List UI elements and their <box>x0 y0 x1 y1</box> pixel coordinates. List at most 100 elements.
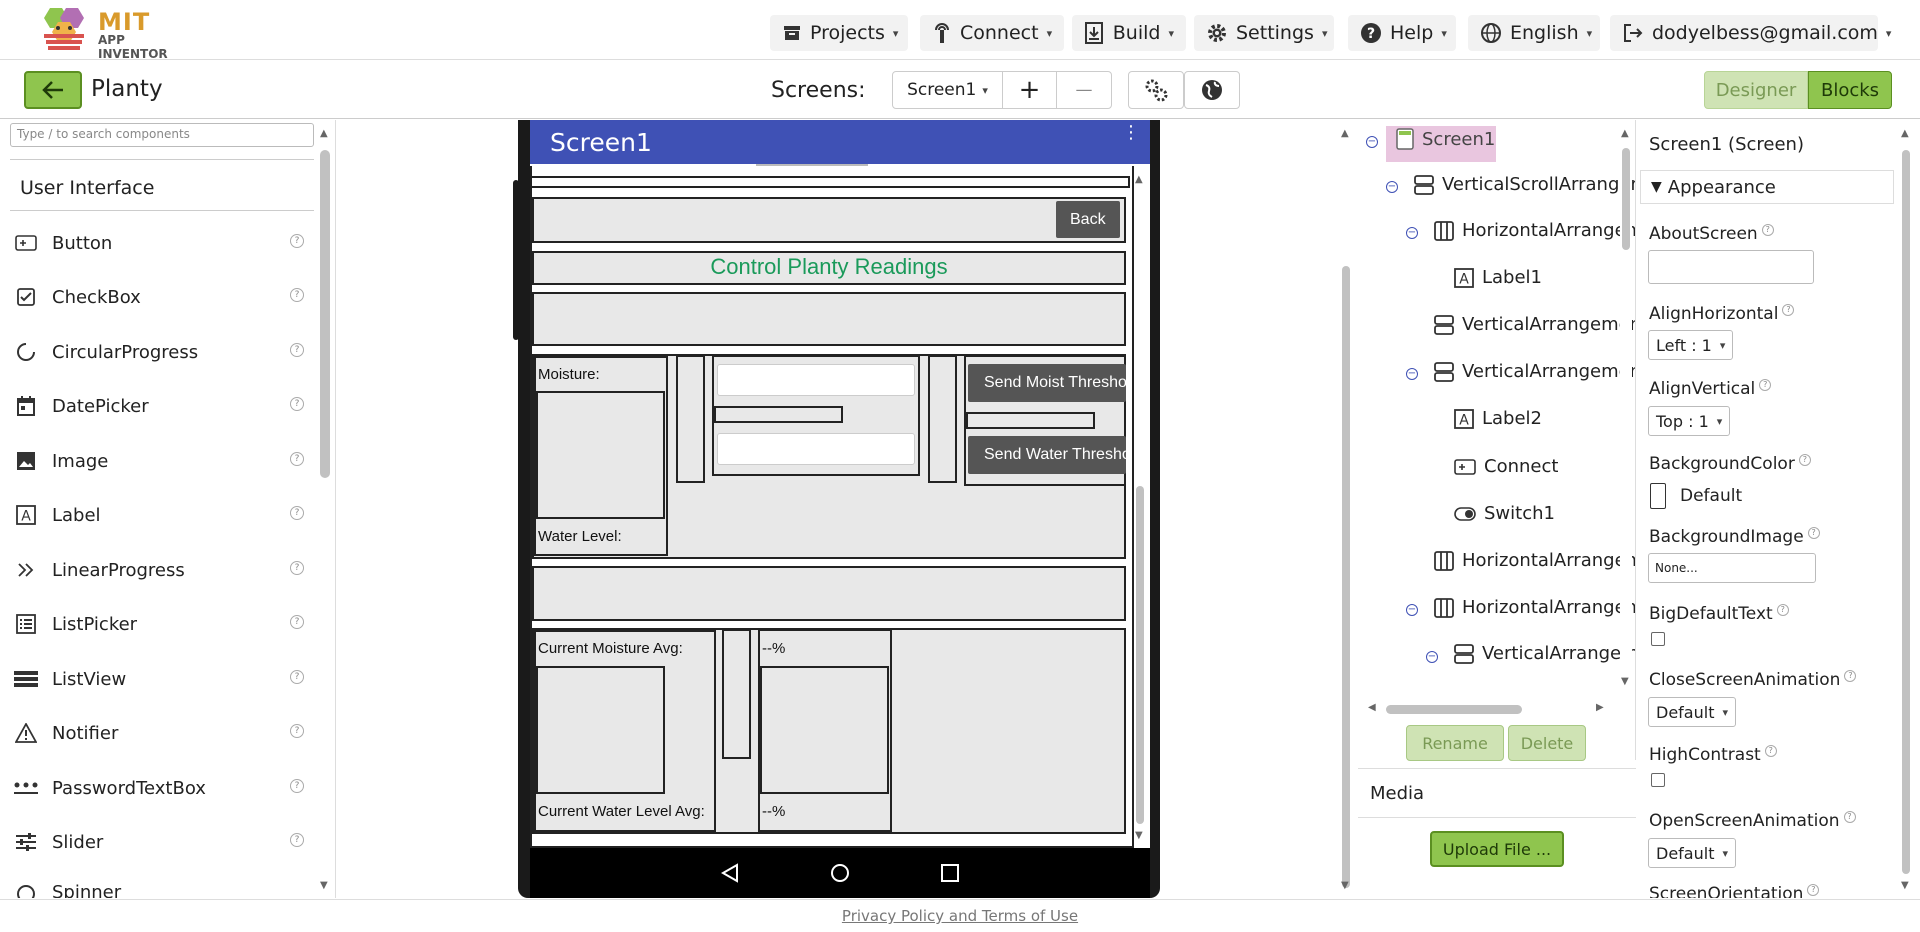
palette-item-notifier[interactable]: Notifier? <box>14 718 304 748</box>
scroll-left-icon[interactable]: ◀ <box>1368 702 1376 713</box>
web-preview-button[interactable] <box>1184 71 1240 109</box>
scroll-up-icon[interactable]: ▲ <box>1135 174 1143 185</box>
tree-node-verticalarrangement1[interactable]: VerticalArrangement1 <box>1434 314 1635 335</box>
remove-screen-button[interactable]: — <box>1057 72 1111 108</box>
scroll-down-icon[interactable]: ▼ <box>1621 676 1629 687</box>
build-menu[interactable]: Build ▾ <box>1072 15 1186 51</box>
scroll-up-icon[interactable]: ▲ <box>1341 128 1349 139</box>
help-icon[interactable]: ? <box>1776 604 1789 616</box>
horizontal-arrangement-back[interactable] <box>532 197 1126 243</box>
arrangement-top[interactable] <box>530 176 1130 188</box>
tree-node-horizontalarrangement3[interactable]: HorizontalArrangement3 <box>1434 597 1635 618</box>
scroll-down-icon[interactable]: ▼ <box>1135 830 1143 841</box>
palette-item-label[interactable]: A Label? <box>14 500 304 530</box>
palette-item-listview[interactable]: ListView? <box>14 664 304 694</box>
background-image-picker[interactable]: None... <box>1648 553 1816 583</box>
screen-title-bar[interactable]: Screen1 <box>530 120 1150 164</box>
water-slider[interactable] <box>966 412 1095 429</box>
tree-node-horizontalarrangement1[interactable]: HorizontalArrangement1 <box>1434 220 1635 241</box>
palette-item-listpicker[interactable]: ListPicker? <box>14 609 304 639</box>
palette-scrollbar[interactable]: ▲ ▼ <box>320 128 330 894</box>
help-icon[interactable]: ? <box>1807 884 1820 896</box>
spacer-column-2[interactable] <box>928 355 957 483</box>
connect-menu[interactable]: Connect ▾ <box>920 15 1064 51</box>
open-screen-animation-select[interactable]: Default ▾ <box>1648 838 1736 868</box>
moist-threshold-textbox[interactable] <box>717 364 915 396</box>
background-color-swatch[interactable] <box>1650 483 1666 509</box>
align-vertical-select[interactable]: Top : 1 ▾ <box>1648 406 1731 436</box>
collapse-icon[interactable]: − <box>1386 181 1398 193</box>
help-icon[interactable]: ? <box>290 561 304 575</box>
background-color-value[interactable]: Default <box>1680 486 1742 506</box>
collapse-icon[interactable]: − <box>1366 136 1378 148</box>
help-icon[interactable]: ? <box>290 670 304 684</box>
tree-scroll-thumb[interactable] <box>1622 148 1630 250</box>
nav-back-icon[interactable] <box>720 863 740 883</box>
align-horizontal-select[interactable]: Left : 1 ▾ <box>1648 330 1734 360</box>
tree-node-verticalarrangement2[interactable]: VerticalArrangement2 <box>1434 361 1635 382</box>
scroll-down-icon[interactable]: ▼ <box>1901 880 1909 891</box>
app-inventor-logo[interactable]: MIT APP INVENTOR <box>36 4 196 61</box>
moisture-image[interactable] <box>536 391 665 519</box>
palette-item-passwordtextbox[interactable]: PasswordTextBox? <box>14 773 304 803</box>
current-moisture-image[interactable] <box>536 666 665 794</box>
account-menu[interactable]: dodyelbess@gmail.com ▾ <box>1610 15 1891 51</box>
properties-scroll-thumb[interactable] <box>1902 150 1910 874</box>
palette-item-spinner[interactable]: Spinner <box>14 882 304 898</box>
nav-recents-icon[interactable] <box>940 863 960 883</box>
palette-item-checkbox[interactable]: CheckBox? <box>14 282 304 312</box>
about-screen-textarea[interactable] <box>1648 250 1814 284</box>
projects-menu[interactable]: Projects ▾ <box>770 15 908 51</box>
help-icon[interactable]: ? <box>1843 811 1856 823</box>
designer-button[interactable]: Designer <box>1704 71 1808 109</box>
collapse-icon[interactable]: − <box>1406 227 1418 239</box>
vertical-arrangement-spacer-2[interactable] <box>532 566 1126 621</box>
tree-node-horizontalarrangement2[interactable]: HorizontalArrangement2 <box>1434 550 1635 571</box>
scroll-up-icon[interactable]: ▲ <box>1621 128 1629 139</box>
vertical-arrangement-spacer[interactable] <box>532 292 1126 346</box>
tree-node-verticalarrangement3[interactable]: VerticalArrangement3 <box>1454 643 1635 664</box>
help-icon[interactable]: ? <box>1844 670 1857 682</box>
water-threshold-textbox[interactable] <box>717 433 915 465</box>
tree-node-verticalscrollarrangement1[interactable]: VerticalScrollArrangement1 <box>1414 174 1635 195</box>
screen-select[interactable]: Screen1 ▾ <box>893 72 1003 108</box>
high-contrast-checkbox[interactable] <box>1651 773 1665 787</box>
moist-slider[interactable] <box>714 406 843 423</box>
help-icon[interactable]: ? <box>1782 304 1795 316</box>
tree-node-label1[interactable]: A Label1 <box>1454 267 1542 288</box>
rename-button[interactable]: Rename <box>1406 725 1504 761</box>
help-icon[interactable]: ? <box>290 506 304 520</box>
back-to-projects-button[interactable] <box>24 71 82 109</box>
settings-menu[interactable]: Settings ▾ <box>1194 15 1334 51</box>
viewer-outer-scroll-thumb[interactable] <box>1342 266 1350 888</box>
collapse-icon[interactable]: − <box>1426 651 1438 663</box>
tree-scrollbar[interactable]: ▲ ▼ <box>1620 128 1632 690</box>
add-screen-button[interactable]: + <box>1003 72 1057 108</box>
palette-item-datepicker[interactable]: DatePicker? <box>14 391 304 421</box>
palette-item-image[interactable]: Image? <box>14 446 304 476</box>
help-icon[interactable]: ? <box>1764 745 1777 757</box>
big-default-text-checkbox[interactable] <box>1651 632 1665 646</box>
viewer-outer-scrollbar[interactable]: ▲ ▼ <box>1340 128 1352 894</box>
help-icon[interactable]: ? <box>290 615 304 629</box>
tree-node-label2[interactable]: A Label2 <box>1454 408 1542 429</box>
overflow-menu-icon[interactable]: ⋮ <box>1122 122 1140 143</box>
help-icon[interactable]: ? <box>290 343 304 357</box>
close-screen-animation-select[interactable]: Default ▾ <box>1648 697 1736 727</box>
upload-file-button[interactable]: Upload File ... <box>1430 831 1564 867</box>
scroll-down-icon[interactable]: ▼ <box>320 880 328 891</box>
spacer-column-3[interactable] <box>722 629 751 759</box>
help-icon[interactable]: ? <box>290 397 304 411</box>
help-icon[interactable]: ? <box>290 833 304 847</box>
delete-button[interactable]: Delete <box>1508 725 1586 761</box>
appearance-section[interactable]: ▼ Appearance <box>1640 170 1894 204</box>
tree-hscroll-thumb[interactable] <box>1386 705 1522 714</box>
help-icon[interactable]: ? <box>290 779 304 793</box>
language-menu[interactable]: English ▾ <box>1468 15 1600 51</box>
scroll-up-icon[interactable]: ▲ <box>1901 128 1909 139</box>
help-icon[interactable]: ? <box>290 724 304 738</box>
spacer-column[interactable] <box>676 355 705 483</box>
send-moist-threshold-button[interactable]: Send Moist Threshold <box>968 364 1126 402</box>
palette-item-linearprogress[interactable]: LinearProgress? <box>14 555 304 585</box>
properties-scrollbar[interactable]: ▲ ▼ <box>1900 128 1912 894</box>
